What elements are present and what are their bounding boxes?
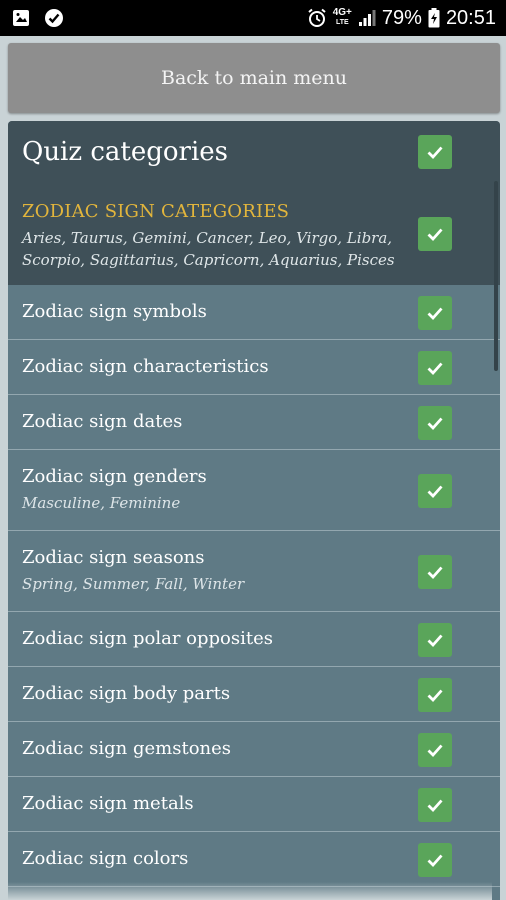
list-fade — [0, 882, 492, 900]
select-all-checkbox[interactable] — [418, 135, 452, 169]
check-icon — [427, 146, 443, 160]
check-icon — [427, 307, 443, 321]
panel-header: Quiz categories ZODIAC SIGN CATEGORIES A… — [8, 121, 500, 285]
category-checkbox[interactable] — [418, 351, 452, 385]
check-icon — [427, 634, 443, 648]
panel-title: Quiz categories — [22, 137, 229, 167]
category-checkbox[interactable] — [418, 678, 452, 712]
signal-icon — [358, 9, 376, 27]
image-notification-icon — [12, 9, 30, 27]
category-heading: ZODIAC SIGN CATEGORIES — [22, 201, 290, 222]
check-icon — [427, 799, 443, 813]
category-label: Zodiac sign seasons — [22, 547, 205, 568]
category-label: Zodiac sign characteristics — [22, 356, 269, 377]
quiz-categories-panel: Quiz categories ZODIAC SIGN CATEGORIES A… — [8, 121, 500, 900]
category-subtitle: Aries, Taurus, Gemini, Cancer, Leo, Virg… — [22, 229, 395, 269]
check-icon — [427, 485, 443, 499]
check-icon — [427, 689, 443, 703]
category-label: Zodiac sign body parts — [22, 683, 231, 704]
check-icon — [427, 566, 443, 580]
category-checkbox[interactable] — [418, 623, 452, 657]
scrollbar[interactable] — [494, 181, 498, 371]
category-row[interactable]: Zodiac sign genders Masculine, Feminine — [8, 450, 500, 531]
network-type: 4G+ LTE — [333, 8, 352, 28]
category-checkbox[interactable] — [418, 733, 452, 767]
category-label: Zodiac sign symbols — [22, 301, 207, 322]
status-bar: 4G+ LTE 79% 20:51 — [0, 0, 506, 36]
category-label: Zodiac sign colors — [22, 848, 189, 869]
category-label: Zodiac sign polar opposites — [22, 628, 273, 649]
category-row[interactable]: Zodiac sign polar opposites — [8, 612, 500, 667]
category-sublabel: Masculine, Feminine — [22, 494, 181, 512]
check-icon — [427, 854, 443, 868]
category-row[interactable]: Zodiac sign dates — [8, 395, 500, 450]
category-list: Zodiac sign symbols Zodiac sign character… — [8, 285, 500, 887]
checkmark-notification-icon — [44, 8, 64, 28]
check-icon — [427, 228, 443, 242]
category-row[interactable]: Zodiac sign symbols — [8, 285, 500, 340]
category-label: Zodiac sign metals — [22, 793, 194, 814]
category-row[interactable]: Zodiac sign gemstones — [8, 722, 500, 777]
category-checkbox[interactable] — [418, 555, 452, 589]
network-sub-label: LTE — [335, 19, 349, 26]
category-label: Zodiac sign dates — [22, 411, 183, 432]
category-row[interactable]: Zodiac sign metals — [8, 777, 500, 832]
check-icon — [427, 744, 443, 758]
category-checkbox[interactable] — [418, 406, 452, 440]
check-icon — [427, 362, 443, 376]
battery-charging-icon — [428, 8, 440, 28]
check-icon — [427, 417, 443, 431]
category-checkbox[interactable] — [418, 788, 452, 822]
category-label: Zodiac sign gemstones — [22, 738, 232, 759]
battery-percent: 79% — [381, 6, 422, 29]
category-row[interactable]: Zodiac sign seasons Spring, Summer, Fall,… — [8, 531, 500, 612]
category-row[interactable]: Zodiac sign body parts — [8, 667, 500, 722]
category-row[interactable]: Zodiac sign characteristics — [8, 340, 500, 395]
alarm-icon — [307, 8, 327, 28]
category-row[interactable]: Zodiac sign colors — [8, 832, 500, 887]
clock: 20:51 — [445, 6, 496, 29]
category-checkbox[interactable] — [418, 474, 452, 508]
category-label: Zodiac sign genders — [22, 466, 207, 487]
zodiac-sign-categories-checkbox[interactable] — [418, 217, 452, 251]
network-label: 4G+ — [332, 7, 352, 18]
category-sublabel: Spring, Summer, Fall, Winter — [22, 575, 245, 593]
category-checkbox[interactable] — [418, 843, 452, 877]
category-checkbox[interactable] — [418, 296, 452, 330]
back-to-main-menu-button[interactable]: Back to main menu — [8, 43, 500, 113]
